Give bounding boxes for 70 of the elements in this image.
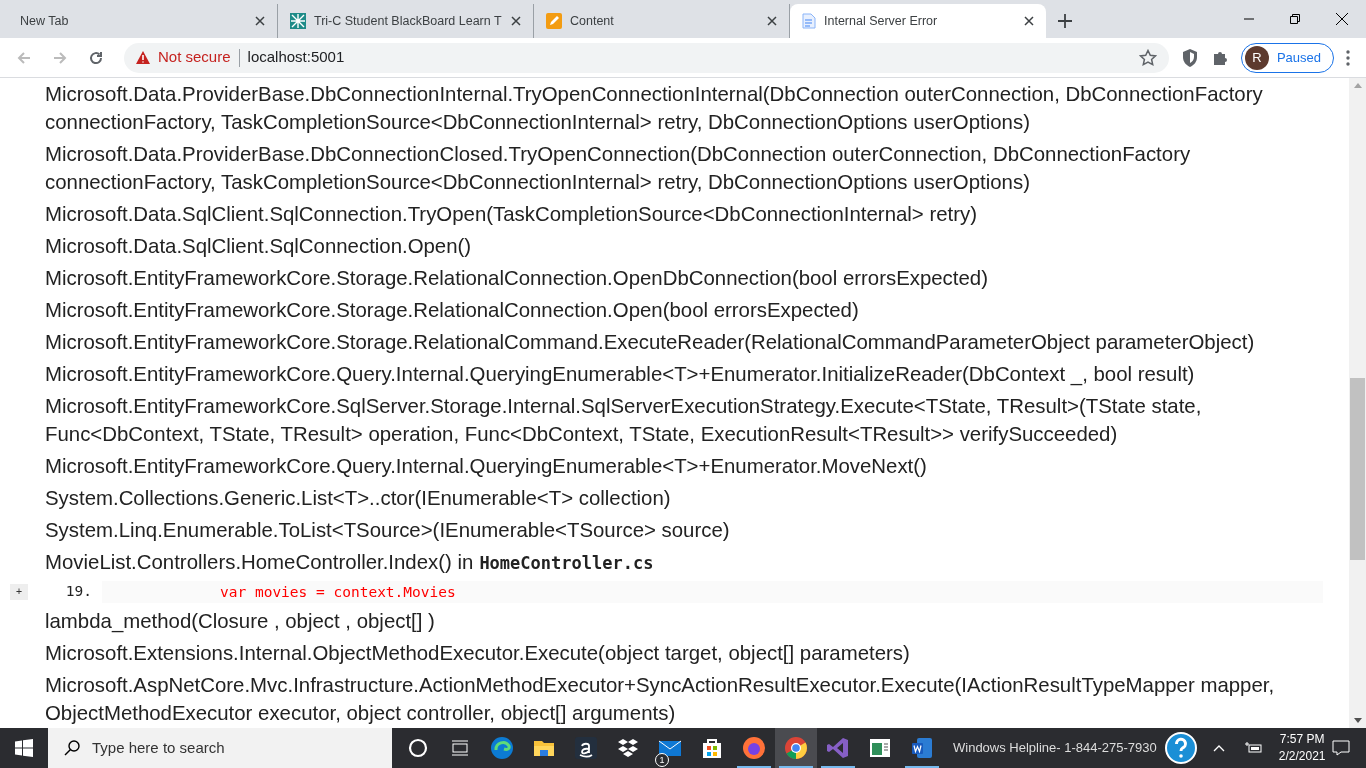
file-name: HomeController.cs xyxy=(479,552,654,575)
stack-frame: Microsoft.Data.ProviderBase.DbConnectionClosed.TryOpenConnection(DbConnection outerConnection, DbConnectionFactory connectionFactory, TaskCompletionSource<DbConnectionInternal> retry, DbConnectionOptions userOptions) xyxy=(45,140,1323,196)
avatar: R xyxy=(1244,45,1269,70)
menu-icon[interactable] xyxy=(1346,49,1350,66)
scrollbar-thumb[interactable] xyxy=(1350,378,1365,560)
stack-frame: Microsoft.EntityFrameworkCore.Query.Internal.QueryingEnumerable<T>+Enumerator.InitializeReader(DbContext _, bool result) xyxy=(45,360,1323,388)
tab-title: New Tab xyxy=(20,12,70,30)
expand-button[interactable]: + xyxy=(10,583,28,600)
helpline-text[interactable]: Windows Helpline- 1-844-275-7930 xyxy=(953,738,1157,758)
notification-icon[interactable] xyxy=(1332,740,1350,756)
search-placeholder: Type here to search xyxy=(92,737,225,758)
document-icon xyxy=(802,13,816,29)
battery-icon[interactable] xyxy=(1244,742,1263,754)
pencil-icon xyxy=(546,13,562,29)
star-icon[interactable] xyxy=(1138,48,1157,67)
edge-icon xyxy=(490,736,514,760)
stack-frame: Microsoft.EntityFrameworkCore.Storage.RelationalConnection.OpenDbConnection(bool errorsExpected) xyxy=(45,264,1323,292)
shield-icon[interactable] xyxy=(1180,47,1199,68)
new-tab-icon[interactable] xyxy=(1058,14,1072,28)
word-icon xyxy=(910,736,934,760)
security-label: Not secure xyxy=(158,47,231,68)
chrome-icon xyxy=(784,736,808,760)
tab-title: Content xyxy=(570,12,615,30)
stack-frame: Microsoft.EntityFrameworkCore.SqlServer.Storage.Internal.SqlServerExecutionStrategy.Execute<TState, TResult>(TState state, Func<DbContext, TState, TResult> operation, Func<DbContext, TState, ExecutionResult<TResult>> verifySucceeded) xyxy=(45,392,1323,448)
stack-frame: Microsoft.EntityFrameworkCore.Query.Internal.QueryingEnumerable<T>+Enumerator.MoveNext() xyxy=(45,452,1323,480)
stack-frame: System.Collections.Generic.List<T>..ctor(IEnumerable<T> collection) xyxy=(45,484,1323,512)
browser-tab[interactable]: Internal Server Error xyxy=(790,4,1046,38)
shopping-bag-icon xyxy=(700,736,724,760)
windows-start-icon[interactable] xyxy=(15,739,33,757)
reload-icon[interactable] xyxy=(88,49,104,66)
close-icon[interactable] xyxy=(1024,16,1034,26)
dropbox-icon xyxy=(616,736,640,760)
close-icon[interactable] xyxy=(255,16,265,26)
stack-frame: Microsoft.Extensions.Internal.ObjectMethodExecutor.Execute(object target, object[] parameters) xyxy=(45,638,1323,667)
stack-frame: Microsoft.EntityFrameworkCore.Storage.RelationalCommand.ExecuteReader(RelationalCommandParameterObject parameterObject) xyxy=(45,328,1323,356)
tab-title: Tri-C Student BlackBoard Learn T xyxy=(314,12,503,30)
restore-icon[interactable] xyxy=(1290,14,1300,24)
stack-frame: Microsoft.Data.SqlClient.SqlConnection.TryOpen(TaskCompletionSource<DbConnectionInternal> retry) xyxy=(45,200,1323,228)
stack-frame: System.Linq.Enumerable.ToList<TSource>(IEnumerable<TSource> source) xyxy=(45,516,1323,544)
taskbar-search-field[interactable]: Type here to search xyxy=(48,728,392,768)
close-window-icon[interactable] xyxy=(1336,13,1348,25)
badge: 1 xyxy=(655,753,669,767)
stack-frame: MovieList.Controllers.HomeController.Index() in xyxy=(45,548,474,576)
address-bar[interactable]: Not secure localhost:5001 xyxy=(124,42,1169,73)
firefox-icon xyxy=(742,736,766,760)
close-icon[interactable] xyxy=(511,16,521,26)
app-window-icon xyxy=(868,736,892,760)
clock[interactable]: 7:57 PM 2/2/2021 xyxy=(1278,731,1326,765)
stack-frame: Microsoft.Data.ProviderBase.DbConnectionInternal.TryOpenConnectionInternal(DbConnection outerConnection, DbConnectionFactory connectionFactory, TaskCompletionSource<DbConnectionInternal> retry, DbConnectionOptions userOptions) xyxy=(45,80,1323,136)
pattern-icon xyxy=(290,13,306,29)
stack-frame: Microsoft.EntityFrameworkCore.Storage.RelationalConnection.Open(bool errorsExpected) xyxy=(45,296,1323,324)
scrollbar[interactable] xyxy=(1349,78,1366,728)
search-icon xyxy=(64,740,80,756)
stack-frame: lambda_method(Closure , object , object[] ) xyxy=(45,606,1323,635)
chevron-up-icon[interactable] xyxy=(1212,744,1225,752)
taskbar-button[interactable] xyxy=(775,728,817,768)
url-text: localhost:5001 xyxy=(247,47,345,68)
tab-title: Internal Server Error xyxy=(824,12,939,30)
visual-studio-icon xyxy=(826,736,850,760)
circle-icon xyxy=(406,736,430,760)
help-icon[interactable] xyxy=(1164,732,1197,764)
scroll-down-icon[interactable] xyxy=(1353,718,1362,724)
stack-frame: Microsoft.AspNetCore.Mvc.Infrastructure.ActionMethodExecutor+SyncActionResultExecutor.Execute(IActionResultTypeMapper mapper, ObjectMethodExecutor executor, object controller, object[] arguments) xyxy=(45,670,1323,727)
profile-status: Paused xyxy=(1276,48,1321,67)
line-number: 19. xyxy=(64,581,92,601)
stack-frame: Microsoft.Data.SqlClient.SqlConnection.Open() xyxy=(45,232,1323,260)
letter-a-icon xyxy=(574,736,598,760)
taskbar-button[interactable]: 1 xyxy=(649,728,691,768)
warning-icon xyxy=(136,51,150,64)
close-icon[interactable] xyxy=(767,16,777,26)
